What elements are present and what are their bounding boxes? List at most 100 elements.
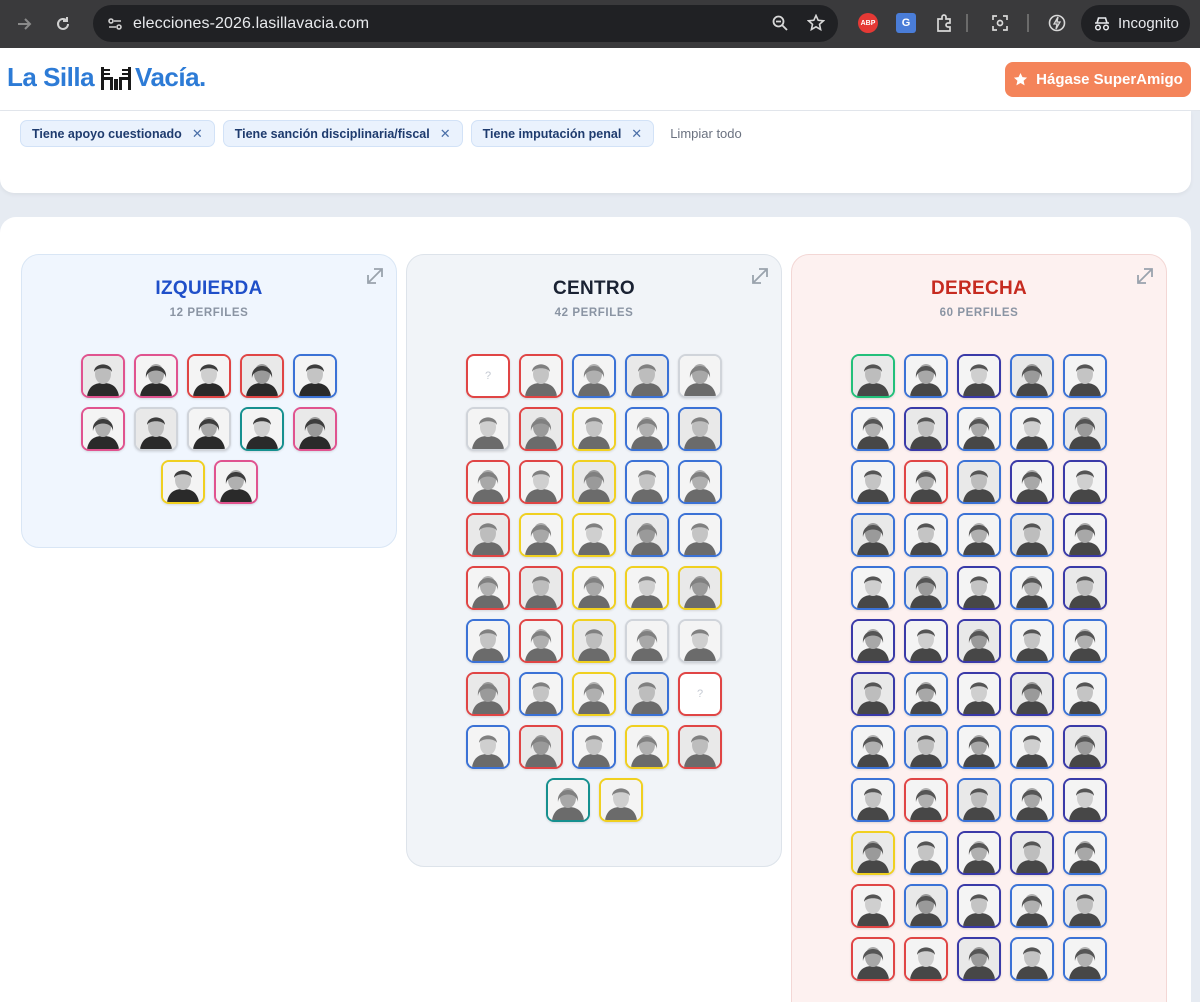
- candidate-avatar[interactable]: [519, 513, 563, 557]
- remove-filter-icon[interactable]: ✕: [192, 126, 203, 142]
- remove-filter-icon[interactable]: ✕: [631, 126, 642, 142]
- candidate-avatar[interactable]: [904, 778, 948, 822]
- expand-icon[interactable]: [1134, 265, 1156, 287]
- candidate-avatar[interactable]: [678, 460, 722, 504]
- candidate-avatar[interactable]: [519, 354, 563, 398]
- candidate-avatar[interactable]: [598, 778, 643, 822]
- incognito-indicator[interactable]: Incognito: [1081, 5, 1190, 42]
- candidate-avatar[interactable]: [1010, 407, 1054, 451]
- candidate-avatar[interactable]: [625, 407, 669, 451]
- candidate-avatar[interactable]: [1063, 566, 1107, 610]
- candidate-avatar[interactable]: [904, 460, 948, 504]
- candidate-avatar[interactable]: [519, 460, 563, 504]
- candidate-avatar[interactable]: [957, 725, 1001, 769]
- reload-icon[interactable]: [46, 7, 80, 41]
- candidate-avatar[interactable]: [957, 513, 1001, 557]
- candidate-avatar[interactable]: [1063, 937, 1107, 981]
- candidate-avatar[interactable]: [678, 354, 722, 398]
- candidate-avatar[interactable]: [1010, 354, 1054, 398]
- candidate-avatar[interactable]: [1010, 725, 1054, 769]
- candidate-avatar[interactable]: [81, 407, 125, 451]
- candidate-avatar[interactable]: [1010, 460, 1054, 504]
- filter-chip[interactable]: Tiene imputación penal ✕: [470, 120, 655, 147]
- candidate-avatar[interactable]: [851, 354, 895, 398]
- candidate-avatar[interactable]: [625, 672, 669, 716]
- candidate-avatar[interactable]: [904, 725, 948, 769]
- candidate-avatar[interactable]: [1063, 619, 1107, 663]
- candidate-avatar[interactable]: [904, 672, 948, 716]
- candidate-avatar[interactable]: [904, 354, 948, 398]
- candidate-avatar[interactable]: [572, 354, 616, 398]
- candidate-avatar[interactable]: [466, 619, 510, 663]
- candidate-avatar[interactable]: [851, 725, 895, 769]
- candidate-avatar[interactable]: [519, 566, 563, 610]
- candidate-avatar[interactable]: [1063, 407, 1107, 451]
- candidate-avatar[interactable]: [572, 460, 616, 504]
- candidate-avatar[interactable]: [904, 884, 948, 928]
- candidate-avatar[interactable]: [1063, 884, 1107, 928]
- candidate-avatar[interactable]: [957, 619, 1001, 663]
- candidate-avatar[interactable]: [625, 566, 669, 610]
- candidate-avatar[interactable]: [1063, 460, 1107, 504]
- candidate-avatar[interactable]: [957, 407, 1001, 451]
- candidate-avatar[interactable]: [1063, 778, 1107, 822]
- candidate-avatar[interactable]: [904, 831, 948, 875]
- site-logo[interactable]: La Silla Vacía.: [7, 62, 206, 93]
- candidate-avatar[interactable]: [1063, 725, 1107, 769]
- filter-chip[interactable]: Tiene apoyo cuestionado ✕: [20, 120, 215, 147]
- candidate-avatar[interactable]: [293, 407, 337, 451]
- candidate-avatar[interactable]: [1010, 619, 1054, 663]
- candidate-avatar[interactable]: [187, 354, 231, 398]
- candidate-avatar[interactable]: [293, 354, 337, 398]
- candidate-avatar[interactable]: [957, 937, 1001, 981]
- candidate-avatar[interactable]: [1010, 884, 1054, 928]
- expand-icon[interactable]: [749, 265, 771, 287]
- candidate-avatar[interactable]: [1010, 513, 1054, 557]
- zoom-icon[interactable]: [768, 11, 792, 35]
- candidate-avatar[interactable]: [904, 619, 948, 663]
- candidate-avatar[interactable]: [957, 778, 1001, 822]
- candidate-avatar[interactable]: [1063, 513, 1107, 557]
- expand-icon[interactable]: [364, 265, 386, 287]
- candidate-avatar[interactable]: [678, 513, 722, 557]
- candidate-avatar[interactable]: [1063, 831, 1107, 875]
- candidate-avatar[interactable]: [519, 672, 563, 716]
- candidate-avatar[interactable]: [572, 513, 616, 557]
- candidate-avatar[interactable]: [572, 672, 616, 716]
- candidate-avatar[interactable]: [851, 566, 895, 610]
- candidate-avatar[interactable]: [851, 460, 895, 504]
- candidate-avatar[interactable]: [851, 831, 895, 875]
- candidate-avatar[interactable]: [466, 460, 510, 504]
- candidate-avatar[interactable]: [572, 407, 616, 451]
- candidate-avatar[interactable]: [240, 407, 284, 451]
- candidate-avatar[interactable]: [904, 513, 948, 557]
- candidate-avatar[interactable]: [625, 513, 669, 557]
- candidate-avatar[interactable]: [519, 619, 563, 663]
- candidate-avatar[interactable]: [572, 619, 616, 663]
- filter-chip[interactable]: Tiene sanción disciplinaria/fiscal ✕: [222, 120, 463, 147]
- candidate-avatar[interactable]: [81, 354, 125, 398]
- candidate-avatar[interactable]: [625, 619, 669, 663]
- candidate-avatar[interactable]: [572, 725, 616, 769]
- candidate-avatar[interactable]: [1010, 672, 1054, 716]
- address-bar[interactable]: elecciones-2026.lasillavacia.com: [93, 5, 838, 42]
- candidate-avatar[interactable]: [466, 725, 510, 769]
- candidate-avatar[interactable]: [572, 566, 616, 610]
- candidate-avatar[interactable]: [545, 778, 590, 822]
- screenshot-lens-icon[interactable]: [987, 10, 1013, 36]
- candidate-avatar[interactable]: [625, 354, 669, 398]
- candidate-avatar[interactable]: [904, 937, 948, 981]
- candidate-avatar[interactable]: [466, 672, 510, 716]
- candidate-avatar[interactable]: [851, 513, 895, 557]
- performance-bolt-icon[interactable]: [1044, 10, 1070, 36]
- clear-all-filters-link[interactable]: Limpiar todo: [670, 126, 742, 141]
- candidate-avatar[interactable]: [187, 407, 231, 451]
- candidate-avatar[interactable]: [240, 354, 284, 398]
- candidate-avatar[interactable]: [957, 566, 1001, 610]
- candidate-avatar[interactable]: [957, 884, 1001, 928]
- candidate-avatar[interactable]: [134, 354, 178, 398]
- candidate-avatar[interactable]: [678, 566, 722, 610]
- bookmark-star-icon[interactable]: [804, 11, 828, 35]
- superamigo-button[interactable]: Hágase SuperAmigo: [1005, 62, 1191, 97]
- candidate-avatar[interactable]: [1010, 831, 1054, 875]
